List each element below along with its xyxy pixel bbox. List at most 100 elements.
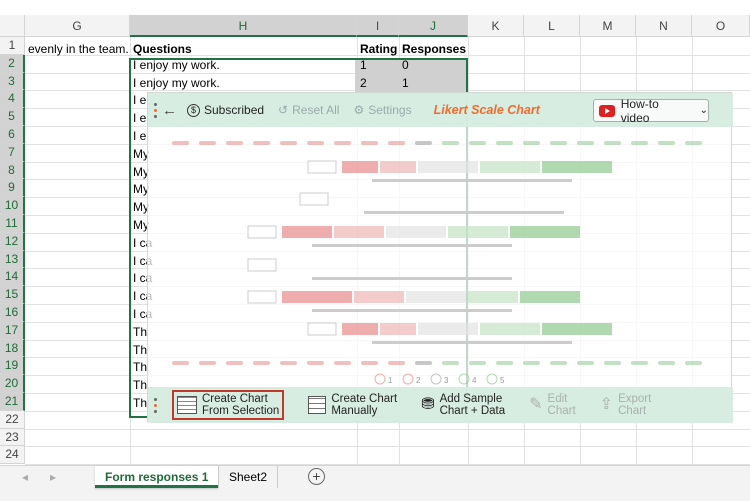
cell-j2[interactable]: 0 <box>399 56 468 74</box>
scale-dash <box>172 361 189 365</box>
scale-dash <box>253 141 270 145</box>
add-sample-chart-button[interactable]: ⛃ Add Sample Chart + Data <box>421 393 505 417</box>
subscribed-label: Subscribed <box>204 103 265 117</box>
scale-dash <box>523 141 540 145</box>
row-header-4[interactable]: 4 <box>0 90 25 109</box>
scale-dash <box>550 361 567 365</box>
next-sheet-icon[interactable]: ▸ <box>50 470 56 484</box>
likert-segment <box>380 323 416 335</box>
cell-i3[interactable]: 2 <box>357 74 399 92</box>
create-manual-line1: Create Chart <box>331 393 398 405</box>
row-header-3[interactable]: 3 <box>0 72 25 91</box>
row-header-14[interactable]: 14 <box>0 268 25 287</box>
col-header-g[interactable]: G <box>25 15 130 37</box>
row-header-9[interactable]: 9 <box>0 179 25 198</box>
scale-dash <box>496 141 513 145</box>
column-header-bar: G H I J K L M N O <box>0 15 750 37</box>
scale-dash <box>631 361 648 365</box>
row-header-21[interactable]: 21 <box>0 393 25 411</box>
list-icon <box>308 396 327 414</box>
add-sheet-button[interactable]: + <box>308 468 325 485</box>
tab-form-responses-1[interactable]: Form responses 1 <box>95 466 219 488</box>
scale-dash <box>172 141 189 145</box>
scale-dash <box>523 361 540 365</box>
row-header-20[interactable]: 20 <box>0 375 25 393</box>
back-button[interactable]: ← <box>162 102 177 119</box>
scale-dash <box>496 361 513 365</box>
row-header-2[interactable]: 2 <box>0 54 25 73</box>
cell-h3[interactable]: I enjoy my work. <box>130 74 357 92</box>
row-header-16[interactable]: 16 <box>0 304 25 322</box>
edit-line2: Chart <box>547 405 576 417</box>
scale-dash <box>685 361 702 365</box>
col-header-h[interactable]: H <box>130 15 357 37</box>
scale-dash <box>442 141 459 145</box>
row-header-10[interactable]: 10 <box>0 197 25 215</box>
bottom-drag-handle[interactable] <box>148 397 162 413</box>
create-chart-manually-button[interactable]: Create Chart Manually <box>308 393 397 417</box>
row-header-23[interactable]: 23 <box>0 428 25 447</box>
sheet-tab-bar: ◂ ▸ Form responses 1 Sheet2 + <box>0 465 750 501</box>
col-header-i[interactable]: I <box>357 15 399 37</box>
likert-segment <box>520 291 580 303</box>
row-header-22[interactable]: 22 <box>0 410 25 429</box>
cell-i2[interactable]: 1 <box>357 56 399 74</box>
edit-chart-button[interactable]: ✎ Edit Chart <box>529 393 576 417</box>
row-header-6[interactable]: 6 <box>0 126 25 144</box>
scale-dash <box>334 361 351 365</box>
scale-dash <box>307 141 324 145</box>
row-header-24[interactable]: 24 <box>0 446 25 465</box>
row-header-5[interactable]: 5 <box>0 108 25 126</box>
scale-dash <box>361 361 378 365</box>
row-header-19[interactable]: 19 <box>0 357 25 376</box>
face-icon <box>374 373 386 385</box>
scale-number: 1 <box>388 376 393 385</box>
likert-chart-preview: 1 2 3 4 5 <box>172 141 702 385</box>
cell-g1[interactable]: evenly in the team. <box>25 40 130 58</box>
row-header-13[interactable]: 13 <box>0 250 25 269</box>
col-header-n[interactable]: N <box>636 15 692 37</box>
row-label-box <box>307 322 337 336</box>
grid-hline <box>25 446 750 448</box>
likert-segment <box>418 323 478 335</box>
likert-segment <box>510 226 580 238</box>
prev-sheet-icon[interactable]: ◂ <box>22 470 28 484</box>
likert-segment <box>418 161 478 173</box>
cell-j3[interactable]: 1 <box>399 74 468 92</box>
row-header-1[interactable]: 1 <box>0 37 25 55</box>
scale-dash <box>631 141 648 145</box>
export-chart-button[interactable]: ⇪ Export Chart <box>600 393 652 417</box>
col-header-l[interactable]: L <box>524 15 580 37</box>
scale-dash <box>361 141 378 145</box>
settings-button[interactable]: ⚙ Settings <box>353 103 411 117</box>
col-header-k[interactable]: K <box>468 15 524 37</box>
likert-segment <box>282 291 352 303</box>
row-header-12[interactable]: 12 <box>0 232 25 251</box>
create-chart-from-selection-button[interactable]: Create Chart From Selection <box>172 390 285 420</box>
face-icon <box>430 373 442 385</box>
bar-gridline <box>312 309 512 312</box>
drag-handle[interactable] <box>148 102 162 118</box>
tab-sheet2[interactable]: Sheet2 <box>218 466 279 488</box>
scale-dash <box>253 361 270 365</box>
scale-dash <box>604 141 621 145</box>
col-header-j[interactable]: J <box>399 15 468 37</box>
select-all-corner[interactable] <box>0 15 25 37</box>
col-header-o[interactable]: O <box>692 15 750 37</box>
col-header-m[interactable]: M <box>580 15 636 37</box>
cell-h2[interactable]: I enjoy my work. <box>130 56 357 74</box>
scale-dash <box>388 141 405 145</box>
row-header-11[interactable]: 11 <box>0 215 25 233</box>
row-label-box <box>247 258 277 272</box>
grid-hline <box>25 428 750 430</box>
row-header-15[interactable]: 15 <box>0 286 25 304</box>
subscribed-button[interactable]: $ Subscribed <box>187 103 264 117</box>
row-header-8[interactable]: 8 <box>0 161 25 180</box>
row-header-17[interactable]: 17 <box>0 321 25 340</box>
how-to-video-dropdown[interactable]: How-to video ⌄ <box>593 97 709 125</box>
row-header-18[interactable]: 18 <box>0 339 25 358</box>
scale-dash <box>550 141 567 145</box>
create-selection-line2: From Selection <box>202 405 280 417</box>
row-header-7[interactable]: 7 <box>0 143 25 162</box>
reset-all-button[interactable]: ↺ Reset All <box>278 103 339 117</box>
